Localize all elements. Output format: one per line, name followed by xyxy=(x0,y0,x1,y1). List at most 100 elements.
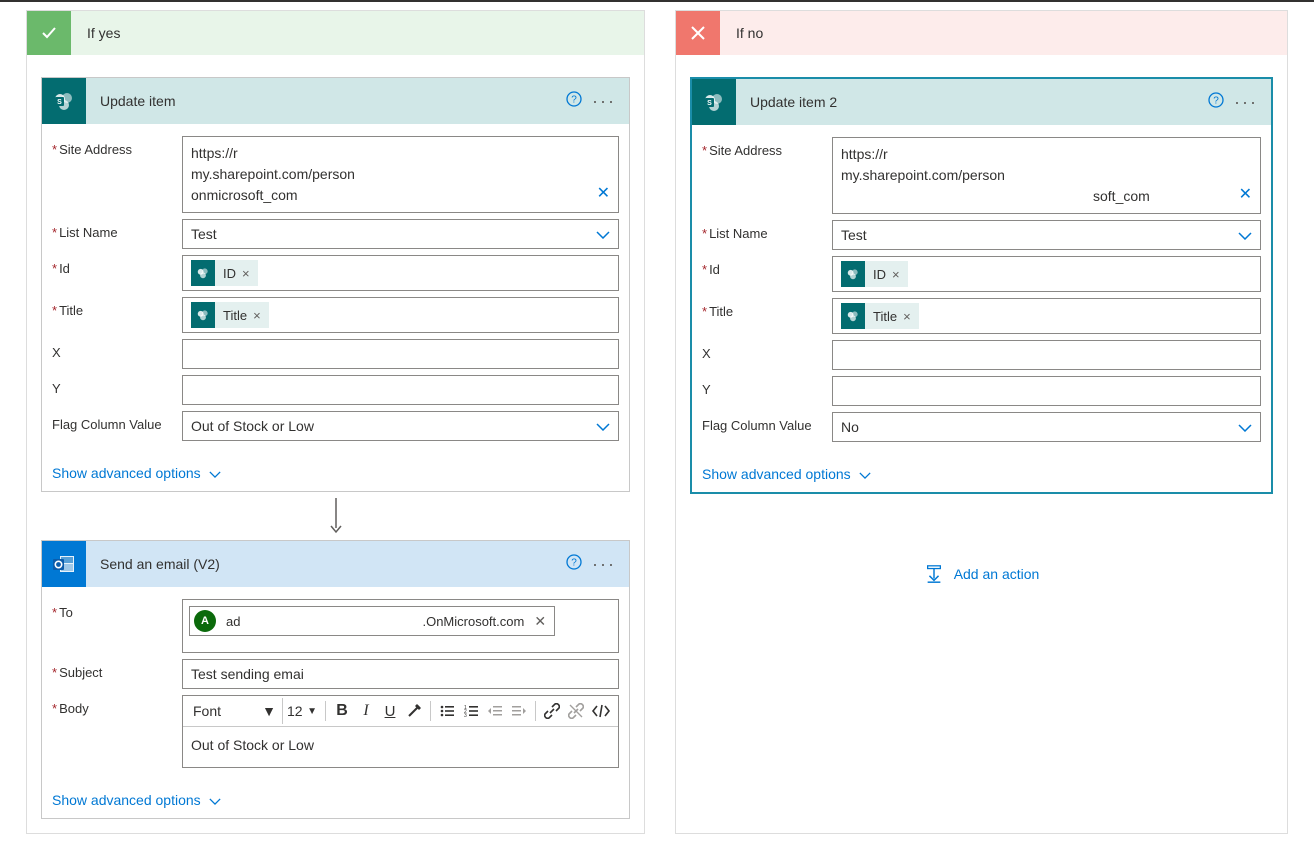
if-yes-header[interactable]: If yes xyxy=(27,11,644,55)
outdent-icon[interactable] xyxy=(483,698,507,724)
clear-icon[interactable]: ✕ xyxy=(1239,183,1252,207)
update-item-2-header[interactable]: S Update item 2 ? ··· xyxy=(692,79,1271,125)
title-input[interactable]: Title × xyxy=(182,297,619,333)
if-no-label: If no xyxy=(720,25,763,41)
id-token[interactable]: ID × xyxy=(191,260,258,286)
outlook-icon xyxy=(42,541,86,587)
id-input[interactable]: ID × xyxy=(832,256,1261,292)
bullet-list-icon[interactable] xyxy=(435,698,459,724)
number-list-icon[interactable]: 123 xyxy=(459,698,483,724)
help-icon[interactable]: ? xyxy=(559,554,589,574)
site-address-label: Site Address xyxy=(59,142,132,157)
show-advanced-options[interactable]: Show advanced options xyxy=(42,455,629,491)
site-address-input[interactable]: https://rxxxxxxxxxxxxxx my.sharepoint.co… xyxy=(182,136,619,213)
unlink-icon[interactable] xyxy=(564,698,588,724)
flag-column-select[interactable]: Out of Stock or Low xyxy=(182,411,619,441)
chevron-down-icon xyxy=(209,465,221,481)
more-menu-icon[interactable]: ··· xyxy=(1231,92,1261,113)
chevron-down-icon xyxy=(596,418,610,434)
send-email-header[interactable]: Send an email (V2) ? ··· xyxy=(42,541,629,587)
remove-token-icon[interactable]: × xyxy=(253,308,269,323)
x-input[interactable] xyxy=(832,340,1261,370)
to-label: To xyxy=(59,605,73,620)
if-yes-branch: If yes S Update item ? ··· xyxy=(26,10,645,834)
list-name-label: List Name xyxy=(709,226,768,241)
check-icon xyxy=(27,11,71,55)
font-size-select[interactable]: 12▼ xyxy=(283,698,321,724)
body-label: Body xyxy=(59,701,89,716)
title-field-label: Title xyxy=(59,303,83,318)
chevron-down-icon xyxy=(859,466,871,482)
body-editor: Font▼ 12▼ B I U xyxy=(182,695,619,768)
title-token[interactable]: Title × xyxy=(841,303,919,329)
font-family-select[interactable]: Font▼ xyxy=(187,698,283,724)
svg-text:S: S xyxy=(707,100,712,107)
svg-text:S: S xyxy=(57,99,62,106)
svg-text:?: ? xyxy=(571,95,577,106)
link-icon[interactable] xyxy=(540,698,564,724)
id-label: Id xyxy=(709,262,720,277)
site-address-label: Site Address xyxy=(709,143,782,158)
y-input[interactable] xyxy=(832,376,1261,406)
remove-token-icon[interactable]: × xyxy=(892,267,908,282)
title-input[interactable]: Title × xyxy=(832,298,1261,334)
show-advanced-options[interactable]: Show advanced options xyxy=(42,782,629,818)
avatar: A xyxy=(194,610,216,632)
x-input[interactable] xyxy=(182,339,619,369)
remove-recipient-icon[interactable]: ✕ xyxy=(534,613,546,630)
sharepoint-token-icon xyxy=(841,261,865,287)
recipient-token[interactable]: A adxxxxxxxxxxxxxxxxxxxxxxxxxxxx.OnMicro… xyxy=(189,606,555,636)
more-menu-icon[interactable]: ··· xyxy=(589,91,619,112)
id-input[interactable]: ID × xyxy=(182,255,619,291)
underline-icon[interactable]: U xyxy=(378,698,402,724)
x-label: X xyxy=(702,346,711,361)
flag-column-select[interactable]: No xyxy=(832,412,1261,442)
show-advanced-options[interactable]: Show advanced options xyxy=(692,456,1271,492)
title-token[interactable]: Title × xyxy=(191,302,269,328)
help-icon[interactable]: ? xyxy=(559,91,589,111)
y-label: Y xyxy=(52,381,61,396)
chevron-down-icon xyxy=(1238,227,1252,243)
id-token[interactable]: ID × xyxy=(841,261,908,287)
send-email-card: Send an email (V2) ? ··· *To xyxy=(41,540,630,819)
italic-icon[interactable]: I xyxy=(354,698,378,724)
to-input[interactable]: A adxxxxxxxxxxxxxxxxxxxxxxxxxxxx.OnMicro… xyxy=(182,599,619,653)
indent-icon[interactable] xyxy=(507,698,531,724)
id-label: Id xyxy=(59,261,70,276)
y-input[interactable] xyxy=(182,375,619,405)
clear-icon[interactable]: ✕ xyxy=(597,182,610,206)
if-no-header[interactable]: If no xyxy=(676,11,1287,55)
site-address-input[interactable]: https://rxxxxxxxxxxxxxx my.sharepoint.co… xyxy=(832,137,1261,214)
font-color-icon[interactable] xyxy=(402,698,426,724)
svg-text:?: ? xyxy=(1213,96,1219,107)
code-view-icon[interactable] xyxy=(588,698,614,724)
update-item-2-card: S Update item 2 ? ··· *Site Address xyxy=(690,77,1273,494)
y-label: Y xyxy=(702,382,711,397)
connector-arrow-icon xyxy=(41,492,630,540)
update-item-card: S Update item ? ··· *Site Address xyxy=(41,77,630,492)
update-item-header[interactable]: S Update item ? ··· xyxy=(42,78,629,124)
bold-icon[interactable]: B xyxy=(330,698,354,724)
sharepoint-token-icon xyxy=(191,260,215,286)
add-action-button[interactable]: Add an action xyxy=(690,564,1273,584)
remove-token-icon[interactable]: × xyxy=(903,309,919,324)
remove-token-icon[interactable]: × xyxy=(242,266,258,281)
flag-label: Flag Column Value xyxy=(702,418,812,433)
subject-input[interactable]: Test sending emai xyxy=(182,659,619,689)
more-menu-icon[interactable]: ··· xyxy=(589,554,619,575)
chevron-down-icon xyxy=(1238,419,1252,435)
chevron-down-icon xyxy=(209,792,221,808)
if-no-branch: If no S Update item 2 ? ··· xyxy=(675,10,1288,834)
help-icon[interactable]: ? xyxy=(1201,92,1231,112)
update-item-2-title: Update item 2 xyxy=(736,94,1201,110)
list-name-select[interactable]: Test xyxy=(832,220,1261,250)
title-field-label: Title xyxy=(709,304,733,319)
svg-text:3: 3 xyxy=(464,713,467,719)
body-textarea[interactable]: Out of Stock or Low xyxy=(183,727,618,767)
update-item-title: Update item xyxy=(86,93,559,109)
if-yes-label: If yes xyxy=(71,25,120,41)
list-name-select[interactable]: Test xyxy=(182,219,619,249)
close-icon xyxy=(676,11,720,55)
svg-text:?: ? xyxy=(571,558,577,569)
chevron-down-icon xyxy=(596,226,610,242)
